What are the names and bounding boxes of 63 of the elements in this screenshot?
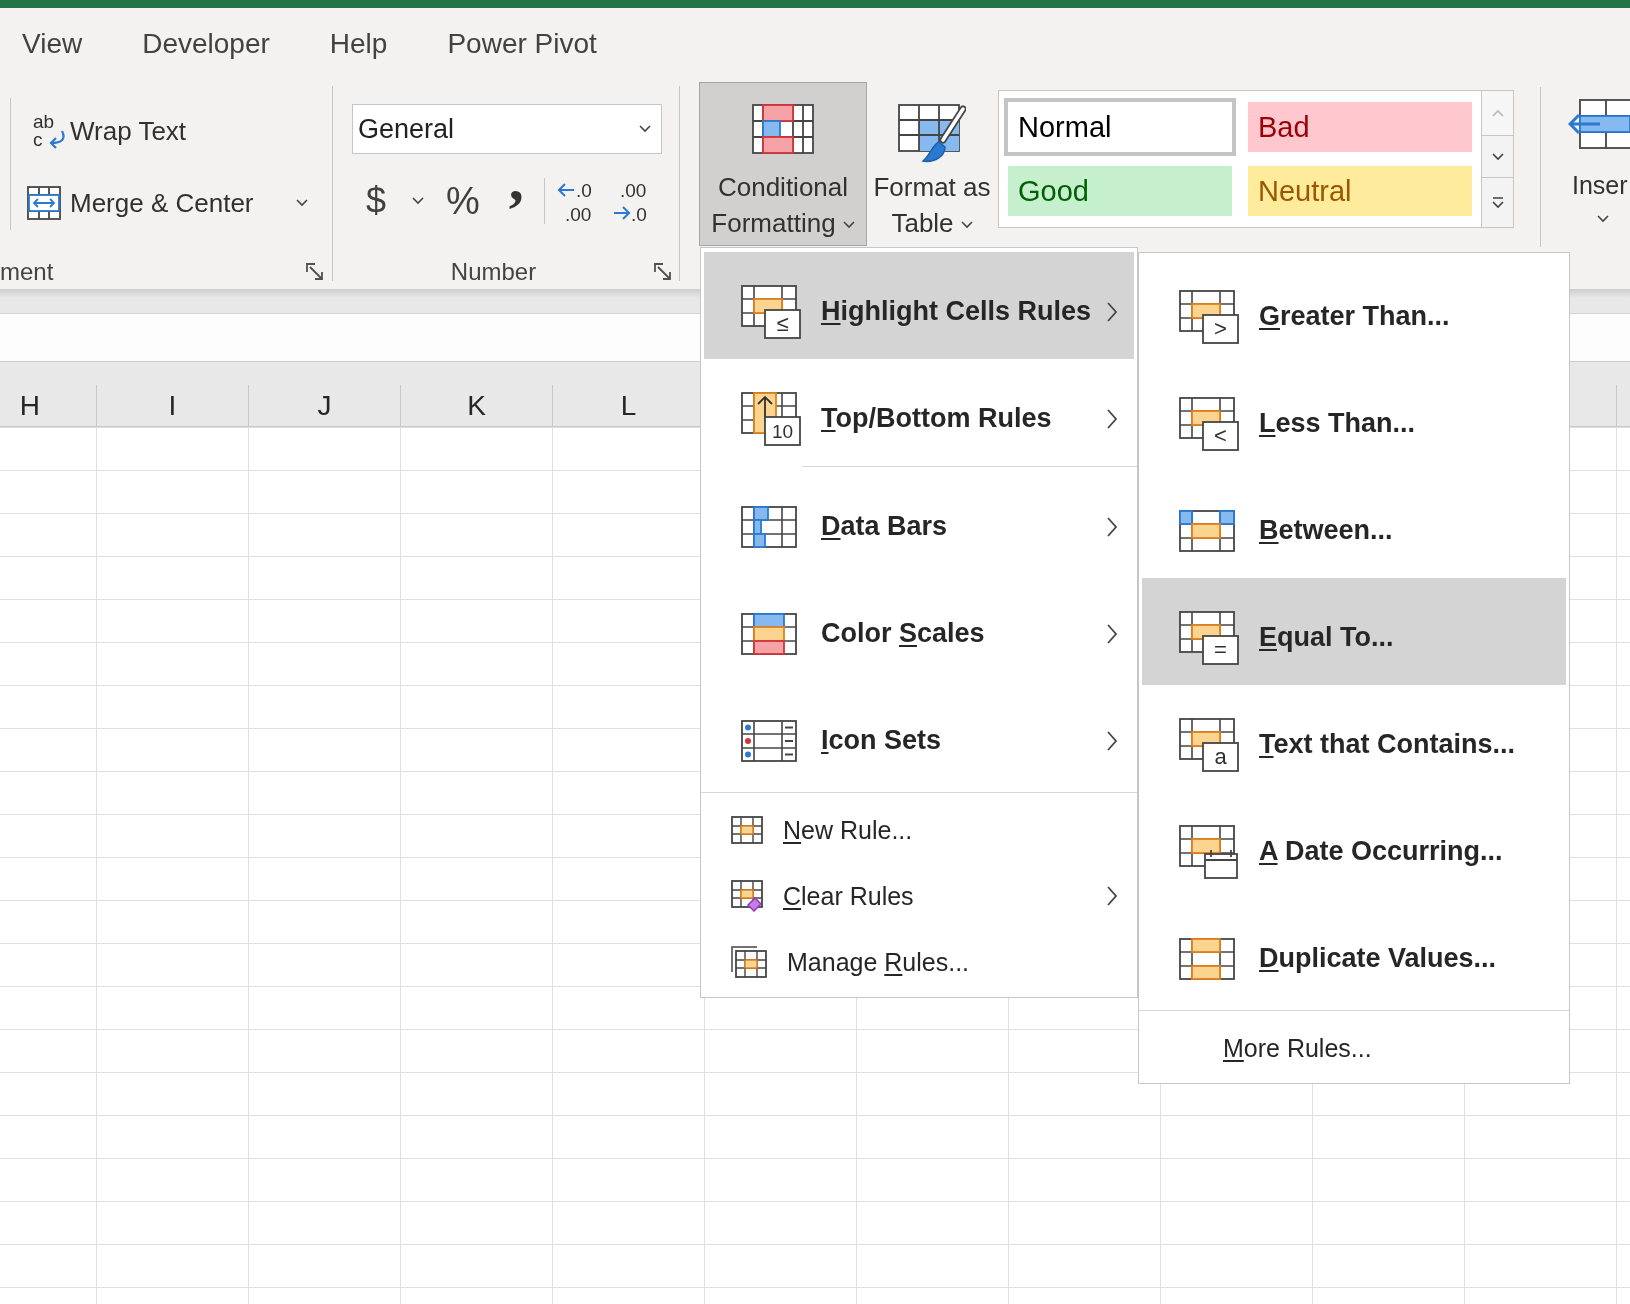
- caret-down-icon: [842, 221, 855, 230]
- percent-format-button[interactable]: %: [438, 178, 488, 224]
- gallery-more-button[interactable]: [1482, 178, 1513, 227]
- group-label: ment: [0, 258, 54, 286]
- column-header[interactable]: K: [401, 385, 553, 426]
- colored-table-icon: [752, 104, 814, 154]
- menu-item[interactable]: Icon Sets: [704, 681, 1134, 788]
- dialog-launcher-icon[interactable]: [306, 263, 324, 281]
- menu-item[interactable]: Clear Rules: [704, 863, 1134, 929]
- conditional-formatting-button[interactable]: Conditional Formatting: [699, 82, 867, 246]
- menu-item[interactable]: Duplicate Values...: [1142, 899, 1566, 1006]
- table-icon: [731, 816, 763, 844]
- menu-item[interactable]: Data Bars: [704, 467, 1134, 574]
- column-header[interactable]: I: [97, 385, 249, 426]
- chevron-right-icon: [1106, 407, 1118, 430]
- menu-item[interactable]: Manage Rules...: [704, 929, 1134, 995]
- column-header[interactable]: J: [249, 385, 401, 426]
- ribbon-tab[interactable]: Power Pivot: [417, 8, 627, 80]
- menu-item[interactable]: = Equal To...: [1142, 578, 1566, 685]
- ribbon-tab[interactable]: Help: [299, 8, 418, 80]
- menu-item[interactable]: ≤ Highlight Cells Rules: [704, 252, 1134, 359]
- caret-down-icon: [639, 125, 651, 133]
- insert-button[interactable]: Inser: [1564, 99, 1630, 223]
- cell-style-option[interactable]: Normal: [1004, 98, 1236, 156]
- format-as-table-button[interactable]: Format as Table: [868, 82, 996, 246]
- group-label: Number: [449, 258, 538, 286]
- table-calendar-icon: [1179, 824, 1239, 879]
- chevron-right-icon: [1106, 885, 1118, 907]
- menu-item[interactable]: 10 Top/Bottom Rules: [704, 359, 1134, 466]
- menu-item[interactable]: a Text that Contains...: [1142, 685, 1566, 792]
- caret-down-icon[interactable]: [412, 197, 425, 205]
- chevron-right-icon: [1106, 622, 1118, 645]
- chevron-right-icon: [1106, 729, 1118, 752]
- table-eraser-icon: [731, 880, 763, 912]
- table-arrow-icon: [1568, 99, 1630, 149]
- caret-down-icon: [960, 221, 973, 230]
- caret-down-icon[interactable]: [295, 199, 308, 207]
- menu-item[interactable]: < Less Than...: [1142, 364, 1566, 471]
- currency-format-button[interactable]: $: [358, 178, 395, 224]
- menu-item[interactable]: Color Scales: [704, 574, 1134, 681]
- menu-item[interactable]: More Rules...: [1142, 1015, 1566, 1081]
- bar-chevron-down-icon: [1491, 196, 1504, 209]
- stacked-tables-icon: [731, 946, 767, 978]
- decrease-decimal-button[interactable]: .00 .0: [611, 178, 650, 224]
- horizontal-arrows-icon: [27, 186, 61, 220]
- increase-decimal-button[interactable]: .0 .00: [556, 178, 595, 224]
- dialog-launcher-icon[interactable]: [654, 263, 672, 281]
- column-header[interactable]: H: [0, 385, 97, 426]
- chevron-right-icon: [1106, 515, 1118, 538]
- caret-down-icon: [1597, 215, 1609, 223]
- chevron-down-icon: [1491, 152, 1504, 161]
- number-format-dropdown[interactable]: General: [352, 104, 662, 154]
- table-paintbrush-icon: [898, 104, 966, 164]
- merge-center-button[interactable]: Merge & Center: [27, 178, 254, 228]
- ribbon-tab[interactable]: Developer: [112, 8, 300, 80]
- ribbon-tab[interactable]: View: [0, 8, 113, 80]
- menu-item[interactable]: > Greater Than...: [1142, 257, 1566, 364]
- menu-item[interactable]: A Date Occurring...: [1142, 792, 1566, 899]
- chevron-up-icon: [1491, 109, 1504, 117]
- scroll-down-button[interactable]: [1482, 136, 1513, 178]
- chevron-right-icon: [1106, 300, 1118, 323]
- menu-item[interactable]: New Rule...: [704, 797, 1134, 863]
- menu-item[interactable]: Between...: [1142, 471, 1566, 578]
